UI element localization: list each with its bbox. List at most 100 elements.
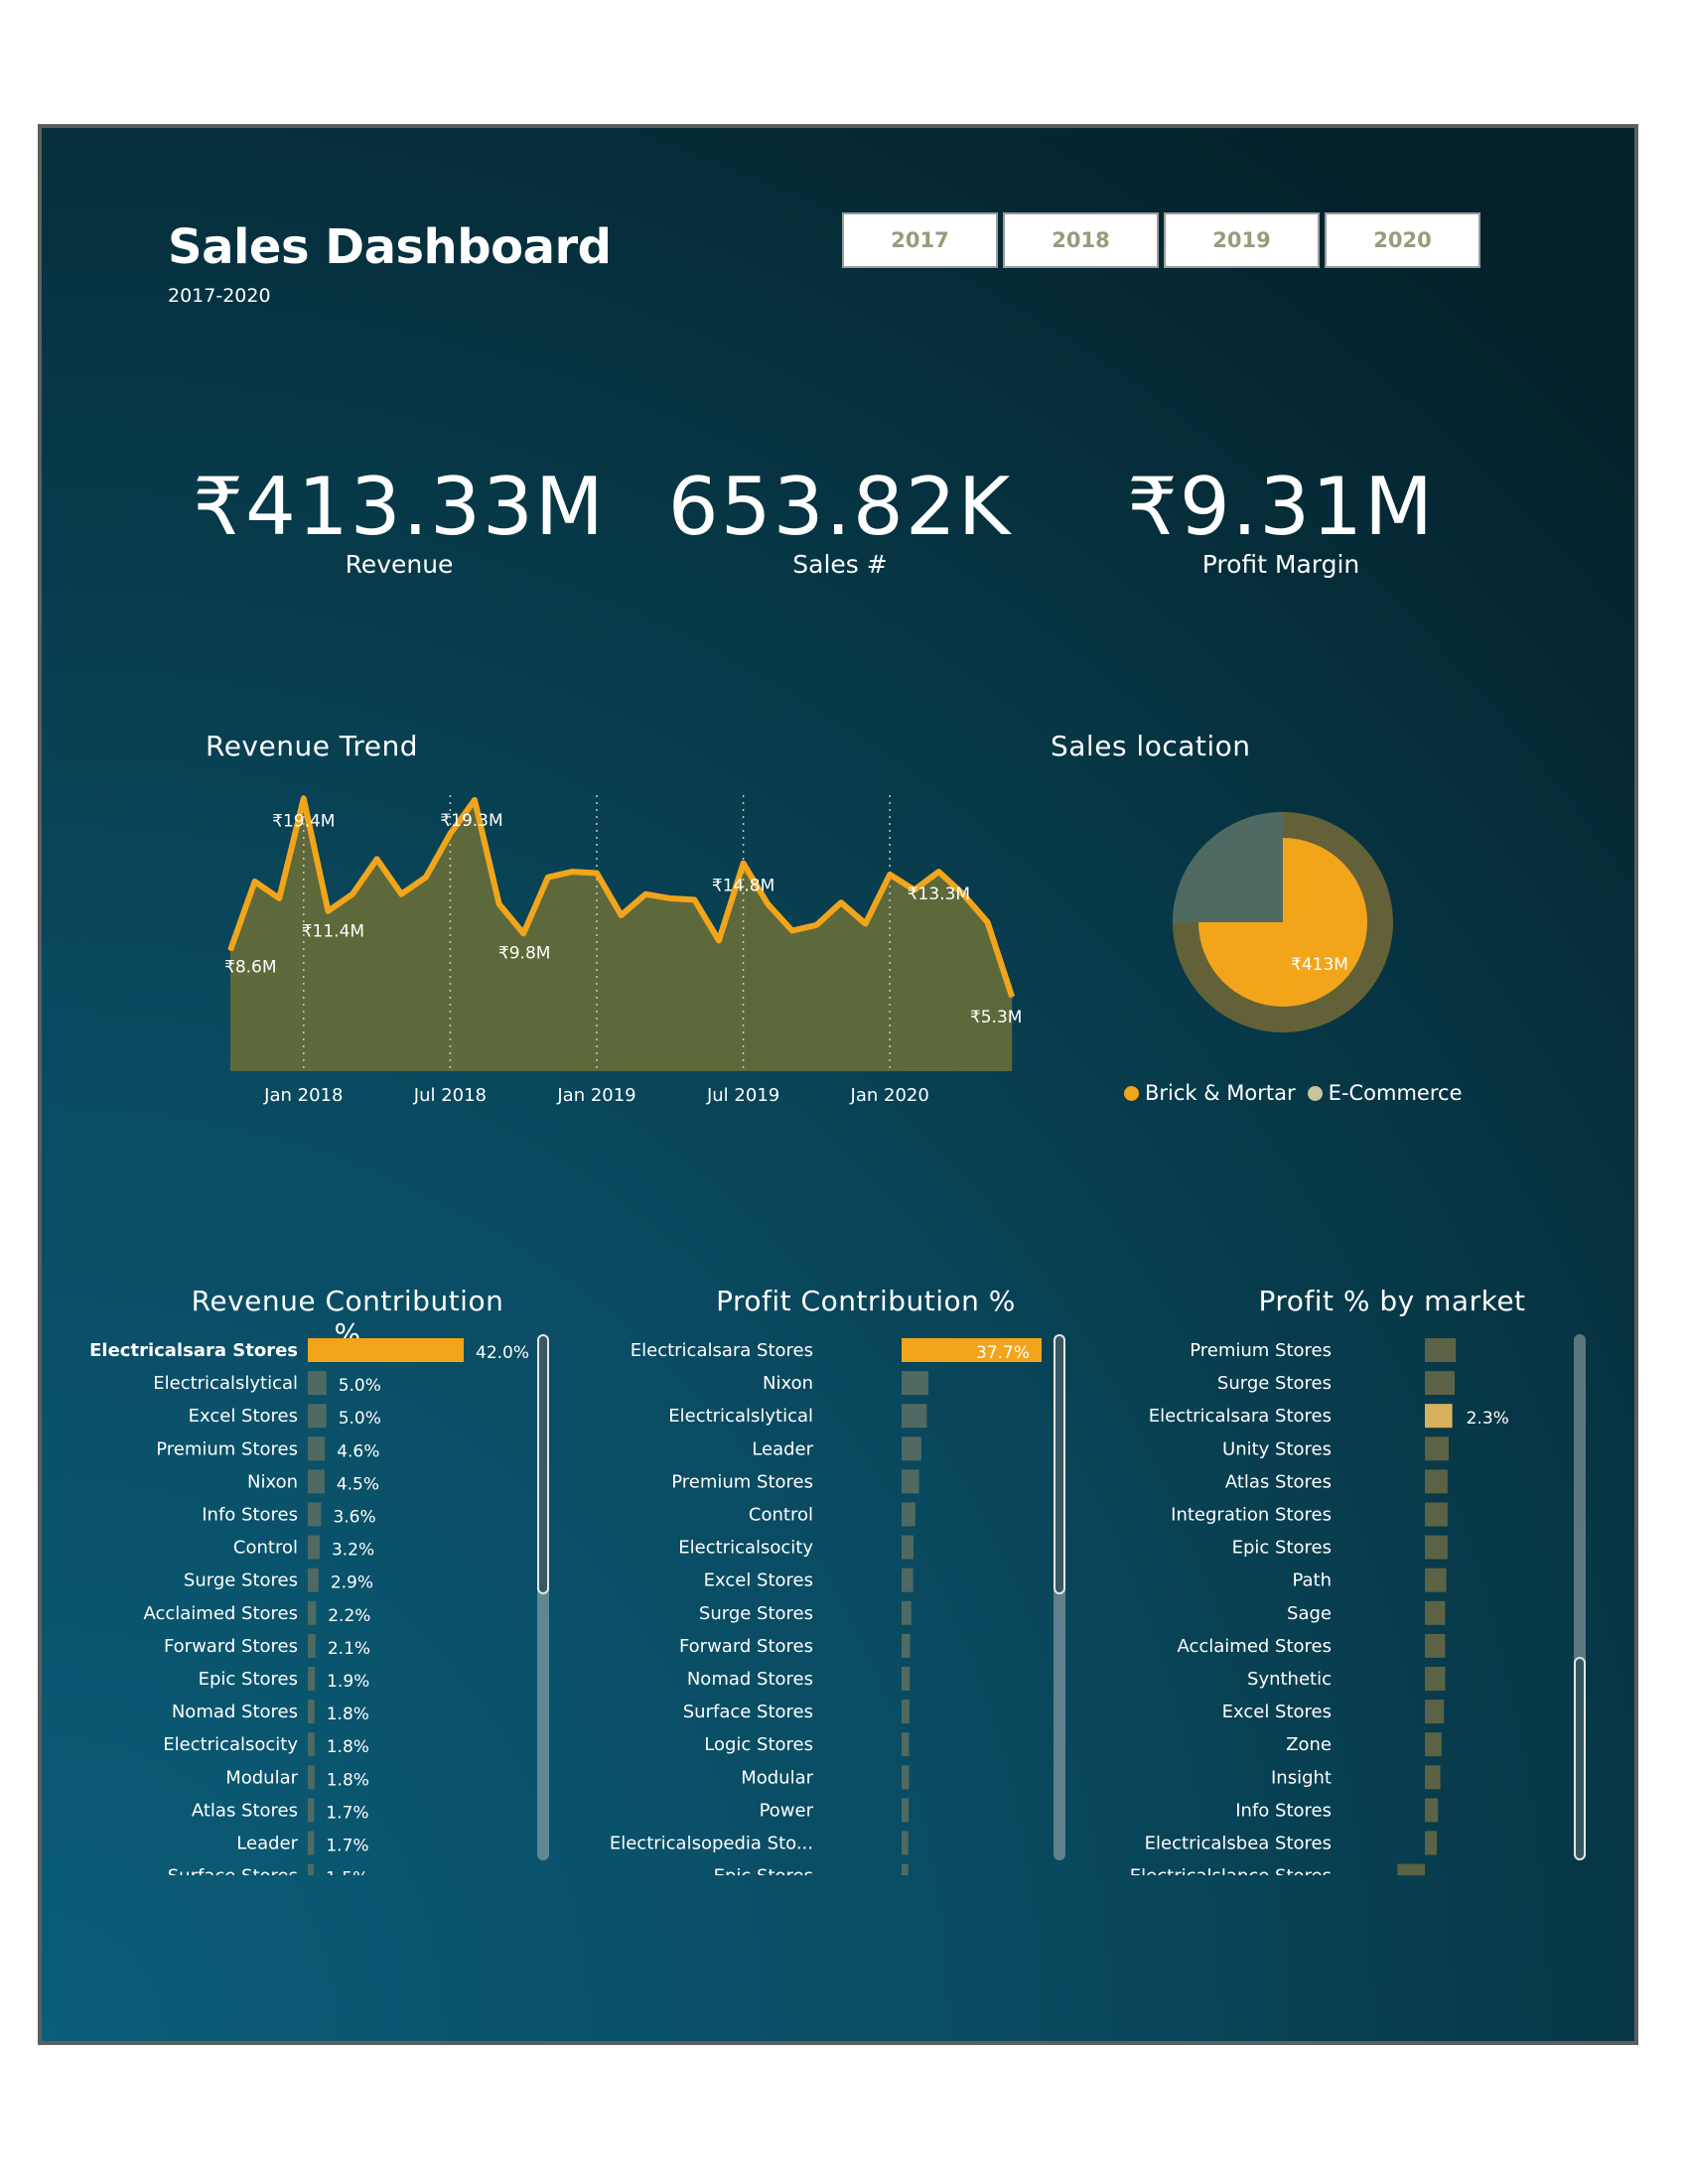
x-tick-label: Jul 2019 [706,1085,779,1106]
pie-data-label: ₹413M [1291,955,1348,975]
revenue-contribution-value-label: 42.0% [476,1343,529,1363]
revenue-contribution-value-label: 1.5% [326,1869,368,1875]
revenue-contribution-category-label: Electricalslytical [153,1373,298,1394]
profit-by-market-bar [1425,1831,1437,1855]
revenue-point [937,871,940,874]
profit-by-market-category-label: Electricalsara Stores [1149,1406,1332,1427]
revenue-contribution-value-label: 3.2% [332,1541,374,1561]
revenue-contribution-category-label: Electricalsocity [163,1734,298,1755]
revenue-point [889,873,892,876]
revenue-contribution-value-label: 4.5% [337,1474,379,1494]
revenue-contribution-bar [308,1700,315,1724]
pie-slice-ecommerce [1173,812,1283,922]
profit-by-market-category-label: Zone [1286,1734,1332,1755]
revenue-point [497,902,500,905]
profit-by-market-category-label: Sage [1287,1603,1332,1624]
sales-location-title: Sales location [1051,730,1251,762]
revenue-contribution-bar [308,1798,315,1823]
profit-contribution-category-label: Surge Stores [699,1603,813,1624]
revenue-contribution-bar [308,1568,319,1592]
revenue-contribution-bar [308,1502,322,1527]
revenue-data-label: ₹11.4M [302,922,364,942]
revenue-data-label: ₹14.8M [712,877,774,896]
profit-by-market-category-label: Excel Stores [1222,1702,1332,1722]
profit-by-market-category-label: Integration Stores [1171,1505,1332,1526]
profit-by-market-title: Profit % by market [1258,1285,1526,1317]
profit-contribution-scrollbar[interactable] [1054,1334,1065,1860]
profit-contribution-bar [902,1371,928,1396]
profit-contribution-bar [902,1863,909,1875]
revenue-contribution-value-label: 1.9% [327,1672,369,1692]
revenue-point [278,896,281,899]
profit-by-market-bar [1425,1700,1445,1724]
revenue-contribution-bar [308,1765,315,1790]
profit-contribution-category-label: Power [760,1800,814,1821]
profit-contribution-category-label: Epic Stores [714,1866,813,1875]
revenue-contribution-bar [308,1667,316,1691]
revenue-contribution-value-label: 1.7% [326,1803,368,1823]
revenue-contribution-category-label: Electricalsara Stores [89,1340,298,1361]
year-filter-2020[interactable]: 2020 [1325,212,1480,268]
x-tick-label: Jan 2018 [263,1085,343,1106]
revenue-data-label: ₹19.3M [440,811,502,831]
kpi-profit-margin-value: ₹9.31M [1126,461,1436,553]
x-tick-label: Jul 2018 [413,1085,487,1106]
revenue-point [718,939,720,942]
revenue-contribution-category-label: Leader [236,1834,298,1854]
profit-by-market-scrollbar[interactable] [1574,1334,1586,1860]
profit-contribution-bar [902,1535,914,1560]
revenue-contribution-scroll-thumb[interactable] [537,1334,549,1594]
revenue-contribution-value-label: 5.0% [339,1409,381,1429]
revenue-contribution-value-label: 1.8% [327,1770,369,1790]
profit-contribution-category-label: Leader [752,1438,813,1459]
profit-by-market-value-label: 2.3% [1467,1409,1509,1429]
revenue-contribution-value-label: 2.1% [328,1639,370,1659]
contribution-bar-charts: Electricalsara Stores 42.0% Electricalslyt… [89,1338,1509,1875]
revenue-contribution-value-label: 1.8% [327,1737,369,1757]
revenue-contribution-bar [308,1404,327,1429]
revenue-contribution-category-label: Surge Stores [184,1570,298,1591]
profit-contribution-bar [902,1831,909,1855]
profit-by-market-category-label: Unity Stores [1222,1438,1332,1459]
profit-by-market-bar [1425,1371,1455,1396]
profit-contribution-category-label: Nomad Stores [687,1669,813,1690]
profit-contribution-category-label: Premium Stores [671,1471,813,1492]
profit-contribution-category-label: Nixon [763,1373,813,1394]
profit-contribution-category-label: Electricalsocity [678,1538,813,1559]
revenue-point [767,902,770,905]
profit-contribution-bar [902,1732,910,1757]
revenue-contribution-scrollbar[interactable] [537,1334,549,1860]
profit-contribution-scroll-thumb[interactable] [1054,1334,1065,1594]
revenue-point [474,798,476,801]
profit-by-market-bar [1425,1502,1448,1527]
revenue-contribution-bar [308,1338,464,1362]
revenue-contribution-bar [308,1469,325,1494]
profit-by-market-bar [1425,1667,1446,1691]
revenue-contribution-bar [308,1600,317,1625]
revenue-point [400,892,403,895]
profit-contribution-category-label: Surface Stores [683,1702,813,1722]
profit-by-market-category-label: Path [1292,1570,1332,1591]
revenue-contribution-bar [308,1436,326,1461]
revenue-point [424,876,427,879]
profit-by-market-category-label: Electricalslance Stores [1130,1866,1332,1875]
sales-dashboard: Sales Dashboard 2017-2020 2017 2018 2019… [38,124,1638,2045]
profit-by-market-bar [1425,1469,1448,1494]
profit-by-market-scroll-thumb[interactable] [1574,1657,1586,1860]
profit-by-market-category-label: Premium Stores [1190,1340,1332,1361]
profit-by-market-bar [1425,1338,1457,1362]
sales-location-legend: Brick & Mortar E-Commerce [1124,1081,1463,1105]
revenue-contribution-category-label: Nomad Stores [172,1702,298,1722]
revenue-contribution-category-label: Atlas Stores [192,1800,298,1821]
profit-by-market-bar [1425,1436,1449,1461]
revenue-point [596,872,598,875]
profit-contribution-bar [902,1404,927,1429]
revenue-contribution-category-label: Forward Stores [164,1636,298,1657]
revenue-data-label: ₹19.4M [272,811,335,831]
profit-contribution-category-label: Logic Stores [704,1734,813,1755]
profit-contribution-category-label: Electricalslytical [668,1406,813,1427]
profit-by-market-bar [1425,1798,1439,1823]
year-filter-2019[interactable]: 2019 [1164,212,1320,268]
revenue-contribution-category-label: Surface Stores [168,1866,298,1875]
revenue-contribution-bar [308,1371,327,1396]
